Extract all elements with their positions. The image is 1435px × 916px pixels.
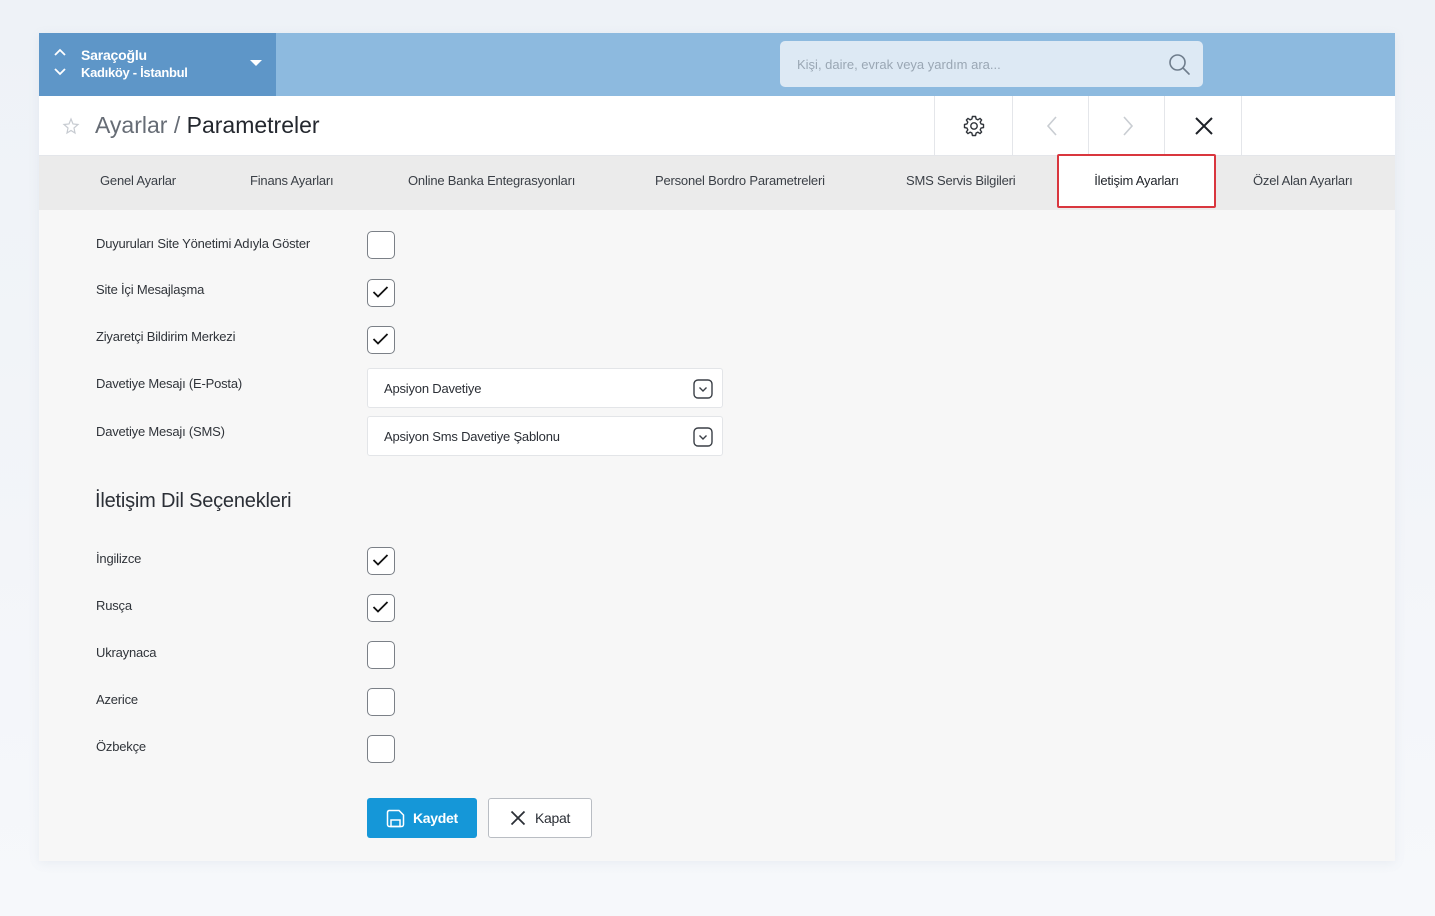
invite-email-value: Apsiyon Davetiye xyxy=(384,381,482,396)
header-spacer xyxy=(1241,96,1396,155)
search-input[interactable] xyxy=(780,41,1167,87)
invite-email-label: Davetiye Mesajı (E-Posta) xyxy=(96,376,242,391)
setting-label: Ziyaretçi Bildirim Merkezi xyxy=(96,329,236,344)
language-checkbox[interactable] xyxy=(367,594,395,622)
tab-finans-ayarlari[interactable]: Finans Ayarları xyxy=(250,156,334,210)
close-button-label: Kapat xyxy=(535,810,571,826)
close-button[interactable]: Kapat xyxy=(488,798,592,838)
language-checkbox[interactable] xyxy=(367,735,395,763)
site-switch-arrows[interactable] xyxy=(53,47,67,83)
language-checkbox[interactable] xyxy=(367,547,395,575)
caret-down-icon[interactable] xyxy=(250,60,262,66)
settings-button[interactable] xyxy=(934,96,1012,155)
invite-sms-select[interactable]: Apsiyon Sms Davetiye Şablonu xyxy=(367,416,723,456)
page-title: Parametreler xyxy=(186,112,320,138)
chevron-left-icon xyxy=(1046,115,1057,136)
language-checkbox[interactable] xyxy=(367,641,395,669)
language-label: Ukraynaca xyxy=(96,645,157,660)
search-icon[interactable] xyxy=(1167,52,1191,76)
save-button[interactable]: Kaydet xyxy=(367,798,477,838)
invite-email-select[interactable]: Apsiyon Davetiye xyxy=(367,368,723,408)
page-header: Ayarlar / Parametreler xyxy=(39,96,1395,156)
pin-icon[interactable] xyxy=(62,117,80,135)
setting-checkbox[interactable] xyxy=(367,231,395,259)
chevron-right-icon xyxy=(1122,115,1133,136)
previous-button[interactable] xyxy=(1012,96,1090,155)
language-section-title: İletişim Dil Seçenekleri xyxy=(95,490,292,512)
check-icon xyxy=(372,601,389,613)
chevron-down-icon xyxy=(693,427,713,447)
breadcrumb-parent[interactable]: Ayarlar xyxy=(95,112,167,138)
tab-sms-servis[interactable]: SMS Servis Bilgileri xyxy=(906,156,1016,210)
language-label: Özbekçe xyxy=(96,739,146,754)
language-checkbox[interactable] xyxy=(367,688,395,716)
next-button[interactable] xyxy=(1088,96,1166,155)
site-location: Kadıköy - İstanbul xyxy=(81,65,188,80)
setting-label: Site İçi Mesajlaşma xyxy=(96,282,205,297)
invite-sms-value: Apsiyon Sms Davetiye Şablonu xyxy=(384,429,560,444)
site-switcher[interactable]: Saraçoğlu Kadıköy - İstanbul xyxy=(39,33,276,96)
setting-label: Duyuruları Site Yönetimi Adıyla Göster xyxy=(96,236,310,251)
tab-personel-bordro[interactable]: Personel Bordro Parametreleri xyxy=(655,156,825,210)
setting-checkbox[interactable] xyxy=(367,279,395,307)
check-icon xyxy=(372,554,389,566)
save-icon xyxy=(386,809,405,828)
language-label: Rusça xyxy=(96,598,132,613)
chevron-up-icon[interactable] xyxy=(53,47,67,57)
gear-icon xyxy=(963,115,984,136)
breadcrumb-separator: / xyxy=(167,112,187,138)
chevron-down-icon xyxy=(693,379,713,399)
invite-sms-label: Davetiye Mesajı (SMS) xyxy=(96,424,225,439)
close-page-button[interactable] xyxy=(1164,96,1242,155)
tab-online-banka[interactable]: Online Banka Entegrasyonları xyxy=(408,156,575,210)
tab-genel-ayarlar[interactable]: Genel Ayarlar xyxy=(100,156,176,210)
language-label: Azerice xyxy=(96,692,138,707)
check-icon xyxy=(372,333,389,345)
check-icon xyxy=(372,286,389,298)
chevron-down-icon[interactable] xyxy=(53,67,67,77)
site-name: Saraçoğlu xyxy=(81,47,147,63)
save-button-label: Kaydet xyxy=(413,810,458,826)
close-icon xyxy=(1194,116,1213,135)
language-label: İngilizce xyxy=(96,551,142,566)
close-icon xyxy=(510,810,526,826)
breadcrumb: Ayarlar / Parametreler xyxy=(95,112,320,139)
search-box xyxy=(780,41,1203,87)
tab-iletisim-ayarlari[interactable]: İletişim Ayarları xyxy=(1057,154,1216,208)
setting-checkbox[interactable] xyxy=(367,326,395,354)
tab-ozel-alan[interactable]: Özel Alan Ayarları xyxy=(1253,156,1353,210)
tab-bar: Genel Ayarlar Finans Ayarları Online Ban… xyxy=(39,154,1395,210)
top-bar: Saraçoğlu Kadıköy - İstanbul xyxy=(39,33,1395,96)
main-window: Saraçoğlu Kadıköy - İstanbul Ayarlar / P… xyxy=(39,33,1395,861)
